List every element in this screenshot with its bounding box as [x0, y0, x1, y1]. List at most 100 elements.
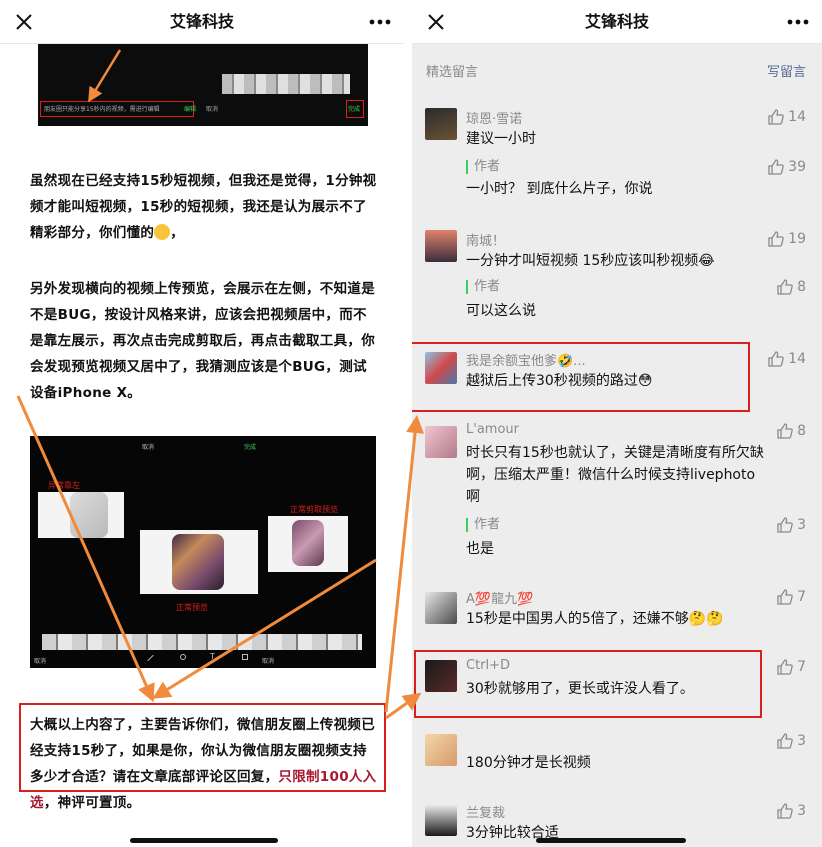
- pen-icon: [147, 654, 154, 662]
- author-reply-tag: 作者: [466, 518, 500, 532]
- grin-emoji-icon: [154, 224, 171, 240]
- right-nav-bar: 艾锋科技: [412, 0, 822, 44]
- crop-icon: [242, 654, 248, 660]
- article-paragraph-3: 大概以上内容了，主要告诉你们，微信朋友圈上传视频已经支持15秒了，如果是你，你认…: [30, 717, 377, 811]
- comment-text: 一分钟才叫短视频 15秒应该叫秒视频😂: [466, 253, 715, 269]
- like-button[interactable]: 14: [767, 108, 806, 126]
- section-title: 精选留言: [426, 65, 479, 80]
- avatar[interactable]: [425, 660, 457, 692]
- like-button[interactable]: 14: [767, 350, 806, 368]
- comment-text: 建议一小时: [466, 131, 536, 147]
- phone-image: [172, 534, 224, 590]
- article-screenshot-top: 朋友圈只能分享15秒内的视频，需进行编辑 编辑 取消 完成: [38, 44, 368, 126]
- label-normal-trim: 正常剪取预览: [290, 505, 338, 514]
- comment-author: 琼恩·雪诺: [466, 112, 523, 127]
- screenshot-done-label: 完成: [244, 444, 257, 451]
- like-count: 19: [788, 231, 806, 247]
- like-count: 3: [797, 517, 806, 533]
- like-button[interactable]: 8: [776, 422, 806, 440]
- article-paragraph-2: 另外发现横向的视频上传预览，会展示在左侧，不知道是不是BUG，按设计风格来讲，应…: [30, 281, 375, 401]
- thumbs-up-icon: [777, 517, 793, 533]
- like-count: 8: [797, 279, 806, 295]
- like-count: 8: [797, 423, 806, 439]
- avatar[interactable]: [425, 734, 457, 766]
- comment-author: 南城！: [466, 234, 506, 249]
- phone-image: [70, 492, 108, 538]
- article-screenshot-middle: 取消 完成 异常靠左 正常剪取预览 正常预览 取消 T 取消: [30, 436, 376, 668]
- write-comment-button[interactable]: 写留言: [767, 61, 806, 80]
- author-reply-text: 也是: [466, 541, 494, 557]
- screenshot-bottom-done: 取消: [262, 658, 275, 665]
- thumbs-up-icon: [777, 733, 793, 749]
- comment-text: 越狱后上传30秒视频的路过😳: [466, 373, 653, 389]
- like-button[interactable]: 39: [767, 158, 806, 176]
- author-reply-tag: 作者: [466, 160, 500, 174]
- comment-text: 时长只有15秒也就认了，关键是清晰度有所欠缺啊，压缩太严重！微信什么时候支持li…: [466, 445, 764, 505]
- screenshot-cancel-label: 取消: [142, 444, 155, 451]
- author-reply-tag: 作者: [466, 280, 500, 294]
- thumbs-up-icon: [777, 803, 793, 819]
- right-nav-title: 艾锋科技: [584, 12, 649, 31]
- left-nav-title: 艾锋科技: [169, 12, 234, 31]
- thumbs-up-icon: [768, 109, 784, 125]
- avatar[interactable]: [425, 230, 457, 262]
- like-button[interactable]: 7: [776, 658, 806, 676]
- avatar[interactable]: [425, 804, 457, 836]
- like-count: 3: [797, 803, 806, 819]
- avatar[interactable]: [425, 426, 457, 458]
- like-count: 7: [797, 589, 806, 605]
- comment-author: A💯龍九💯: [466, 592, 534, 607]
- avatar[interactable]: [425, 108, 457, 140]
- comments-header: 精选留言 写留言: [412, 44, 822, 94]
- left-nav-bar: 艾锋科技: [0, 0, 404, 44]
- avatar[interactable]: [425, 352, 457, 384]
- panel-divider: [404, 0, 412, 847]
- article-paragraph-1: 虽然现在已经支持15秒短视频，但我还是觉得，1分钟视频才能叫短视频，15秒的短视…: [30, 173, 377, 241]
- like-button[interactable]: 3: [776, 516, 806, 534]
- like-count: 14: [788, 351, 806, 367]
- comment-text: 180分钟才是长视频: [466, 755, 591, 771]
- comment-author: 我是余额宝他爹🤣...: [466, 354, 586, 369]
- home-indicator: [536, 838, 686, 843]
- more-icon[interactable]: [784, 8, 812, 36]
- avatar[interactable]: [425, 592, 457, 624]
- like-count: 7: [797, 659, 806, 675]
- comment-author: 兰复裁: [466, 806, 506, 821]
- thumbs-up-icon: [777, 279, 793, 295]
- thumbs-up-icon: [777, 423, 793, 439]
- comment-text: 30秒就够用了，更长或许没人看了。: [466, 681, 694, 697]
- text-icon: T: [210, 652, 215, 661]
- emoji-icon: [180, 654, 186, 660]
- comment-author: L'amour: [466, 422, 519, 437]
- screenshot-bottom-cancel: 取消: [34, 658, 47, 665]
- like-button[interactable]: 3: [776, 802, 806, 820]
- comments-panel: 艾锋科技 精选留言 写留言 琼恩·雪诺 建议一小时 14 作者 一小时？ 到底什…: [412, 0, 822, 847]
- like-button[interactable]: 3: [776, 732, 806, 750]
- like-count: 14: [788, 109, 806, 125]
- article-panel: 艾锋科技 朋友圈只能分享15秒内的视频，需进行编辑 编辑 取消 完成 虽然现在已…: [0, 0, 404, 847]
- author-reply-text: 可以这么说: [466, 303, 536, 319]
- thumbs-up-icon: [768, 159, 784, 175]
- label-normal-preview: 正常预览: [176, 603, 208, 612]
- like-button[interactable]: 19: [767, 230, 806, 248]
- more-icon[interactable]: [366, 8, 394, 36]
- home-indicator: [130, 838, 278, 843]
- comment-author: Ctrl+D: [466, 658, 511, 673]
- like-count: 39: [788, 159, 806, 175]
- like-button[interactable]: 8: [776, 278, 806, 296]
- like-button[interactable]: 7: [776, 588, 806, 606]
- screenshot-edit-label: 编辑: [184, 106, 197, 113]
- author-reply-text: 一小时？ 到底什么片子，你说: [466, 181, 653, 197]
- video-filmstrip: [42, 634, 362, 650]
- phone-image: [292, 520, 324, 566]
- screenshot-caption: 朋友圈只能分享15秒内的视频，需进行编辑: [44, 106, 160, 113]
- thumbs-up-icon: [777, 659, 793, 675]
- screenshot-cancel-label: 取消: [206, 106, 219, 113]
- like-count: 3: [797, 733, 806, 749]
- thumbs-up-icon: [777, 589, 793, 605]
- comment-text: 15秒是中国男人的5倍了，还嫌不够🤔🤔: [466, 611, 724, 627]
- thumbs-up-icon: [768, 351, 784, 367]
- screenshot-done-label: 完成: [348, 106, 361, 113]
- label-abnormal-left: 异常靠左: [48, 481, 80, 490]
- video-trim-strip: [222, 74, 350, 94]
